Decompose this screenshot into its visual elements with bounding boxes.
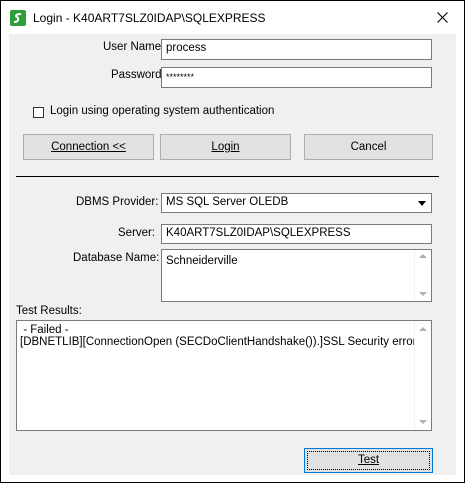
- app-logo-icon: [10, 10, 26, 26]
- dropdown-button[interactable]: [415, 195, 430, 211]
- password-value: ********: [166, 72, 195, 82]
- password-field[interactable]: ********: [161, 67, 432, 88]
- title-bar: Login - K40ART7SLZ0IDAP\SQLEXPRESS: [1, 1, 464, 34]
- login-button-label: Login: [211, 141, 240, 153]
- close-button[interactable]: [421, 1, 464, 34]
- login-button[interactable]: Login: [160, 134, 291, 160]
- test-result-error: [DBNETLIB][ConnectionOpen (SECDoClientHa…: [20, 336, 420, 348]
- dialog-body: User Name: process Password: ******** Lo…: [9, 34, 456, 475]
- section-separator: [16, 176, 439, 177]
- password-label: Password:: [111, 69, 165, 81]
- server-field[interactable]: K40ART7SLZ0IDAP\SQLEXPRESS: [161, 224, 432, 244]
- dbms-provider-select[interactable]: MS SQL Server OLEDB: [161, 193, 432, 213]
- login-window: Login - K40ART7SLZ0IDAP\SQLEXPRESS User …: [0, 0, 465, 483]
- database-name-label: Database Name:: [73, 252, 160, 264]
- cancel-button-label: Cancel: [350, 141, 387, 153]
- test-button[interactable]: Test: [304, 448, 433, 473]
- connection-toggle-button[interactable]: Connection <<: [23, 134, 154, 160]
- results-scrollbar[interactable]: [414, 321, 431, 430]
- scroll-up-icon[interactable]: [419, 327, 427, 331]
- database-scrollbar[interactable]: [414, 250, 431, 301]
- dbms-provider-label: DBMS Provider:: [76, 196, 159, 208]
- username-field[interactable]: process: [161, 39, 432, 60]
- test-button-label: Test: [357, 454, 380, 466]
- username-value: process: [166, 42, 207, 54]
- os-auth-label[interactable]: Login using operating system authenticat…: [50, 105, 274, 117]
- test-results-box[interactable]: - Failed - [DBNETLIB][ConnectionOpen (SE…: [16, 320, 432, 431]
- chevron-down-icon: [418, 201, 426, 206]
- window-title: Login - K40ART7SLZ0IDAP\SQLEXPRESS: [33, 11, 266, 25]
- test-result-status: - Failed -: [20, 324, 69, 336]
- scroll-down-icon[interactable]: [419, 292, 427, 296]
- cancel-button[interactable]: Cancel: [304, 134, 433, 160]
- test-results-label: Test Results:: [16, 305, 82, 317]
- database-name-value: Schneiderville: [166, 255, 238, 267]
- dbms-provider-value: MS SQL Server OLEDB: [166, 196, 289, 208]
- os-auth-checkbox[interactable]: [33, 107, 44, 118]
- server-label: Server:: [118, 227, 156, 239]
- scroll-up-icon[interactable]: [419, 254, 427, 258]
- server-value: K40ART7SLZ0IDAP\SQLEXPRESS: [166, 227, 351, 239]
- database-name-field[interactable]: Schneiderville: [161, 249, 432, 302]
- username-label: User Name:: [103, 41, 165, 53]
- scroll-down-icon[interactable]: [419, 420, 427, 424]
- connection-toggle-label: Connection <<: [51, 141, 126, 153]
